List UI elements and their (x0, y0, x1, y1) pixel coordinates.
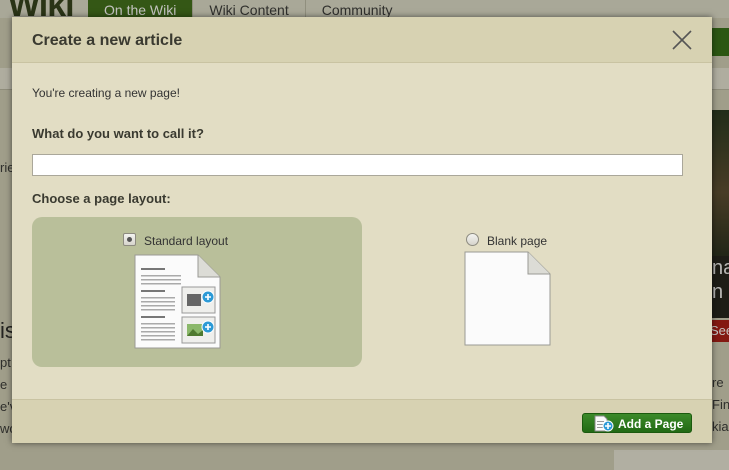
blank-page-label: Blank page (487, 234, 548, 248)
modal-footer: Add a Page (12, 399, 712, 443)
standard-layout-page-icon (134, 254, 221, 349)
article-name-input[interactable] (32, 154, 683, 176)
page-layout-label: Choose a page layout: (32, 191, 171, 206)
standard-layout-label: Standard layout (144, 234, 229, 248)
standard-layout-option[interactable]: Standard layout (32, 217, 362, 367)
close-button[interactable] (669, 27, 695, 53)
blank-page-radio[interactable] (466, 233, 479, 246)
add-page-button[interactable]: Add a Page (582, 413, 692, 433)
modal-header: Create a new article (12, 17, 712, 63)
intro-text: You're creating a new page! (32, 86, 180, 100)
close-icon (672, 30, 692, 50)
blank-page-option[interactable]: Blank page (392, 217, 692, 367)
create-article-modal: Create a new article You're creating a n… (12, 17, 712, 443)
modal-title: Create a new article (32, 32, 183, 49)
add-page-button-label: Add a Page (618, 417, 684, 431)
add-page-icon (594, 415, 614, 432)
standard-layout-radio[interactable] (123, 233, 136, 246)
blank-page-icon (464, 251, 551, 346)
article-name-label: What do you want to call it? (32, 126, 204, 141)
